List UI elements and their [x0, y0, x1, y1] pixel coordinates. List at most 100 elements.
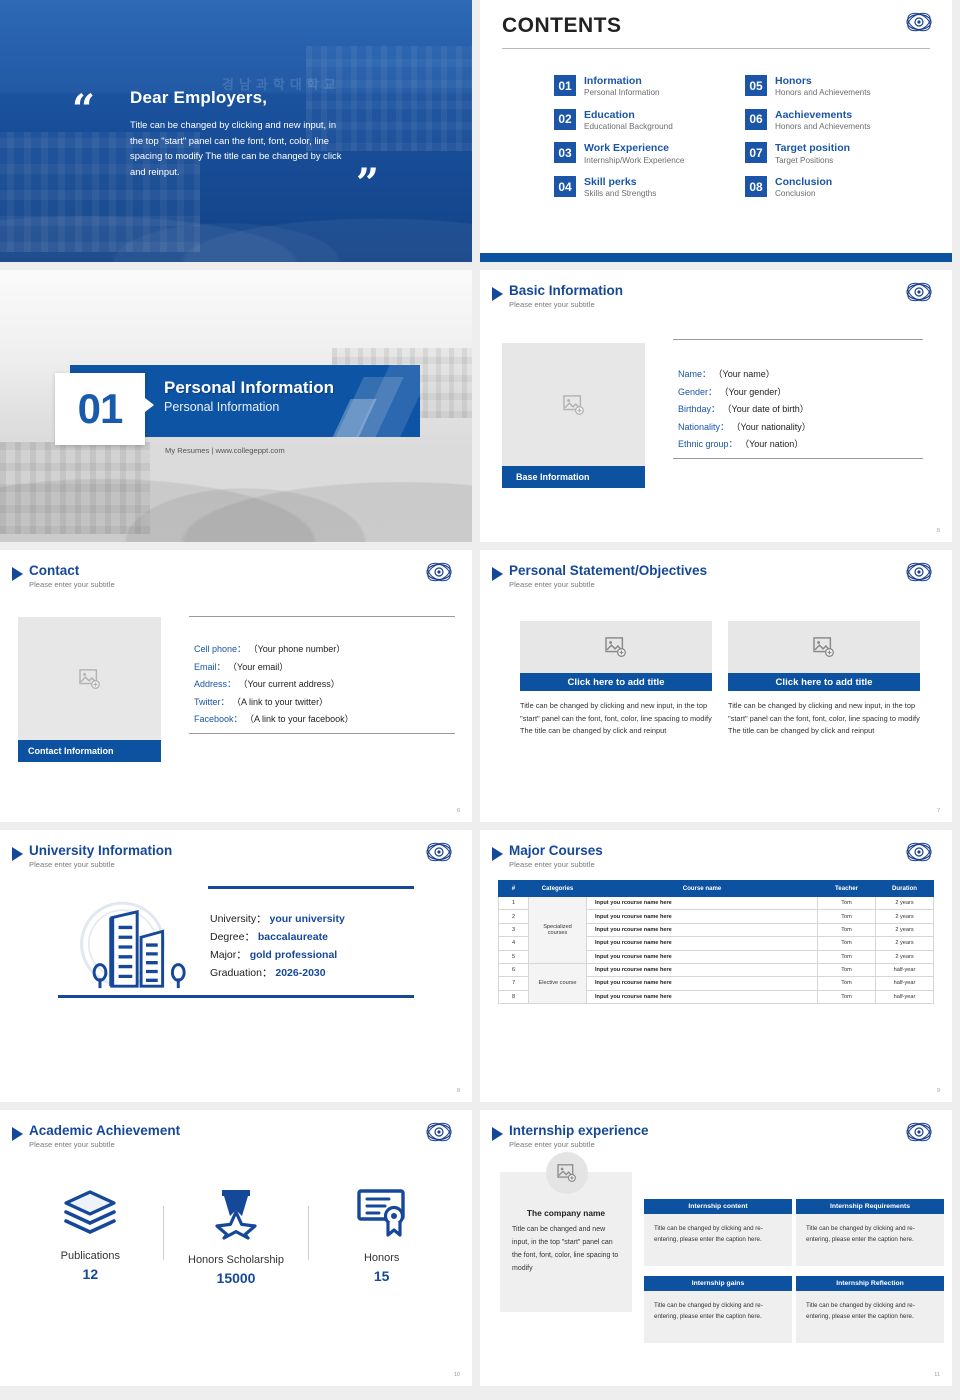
cell-duration: 2 years — [876, 897, 934, 910]
row-value[interactable]: baccalaureate — [258, 931, 328, 943]
statement-card[interactable]: Click here to add title Title can be cha… — [728, 621, 920, 738]
slide-contents[interactable]: CONTENTS 01 Information Personal Informa… — [480, 0, 952, 262]
info-value[interactable]: （Your date of birth） — [723, 404, 809, 414]
cell-course-name[interactable]: Input you rcourse name here — [587, 963, 818, 976]
triangle-bullet-icon — [492, 1127, 503, 1141]
stat-item[interactable]: Publications 12 — [18, 1188, 163, 1286]
cell-course-name[interactable]: Input you rcourse name here — [587, 897, 818, 910]
info-value[interactable]: （A link to your twitter） — [232, 697, 328, 707]
info-value[interactable]: （Your nation） — [740, 439, 803, 449]
toc-item[interactable]: 03 Work Experience Internship/Work Exper… — [554, 142, 739, 166]
row-value[interactable]: gold professional — [250, 949, 338, 961]
photo-placeholder[interactable] — [502, 343, 645, 466]
info-value[interactable]: （A link to your facebook） — [245, 714, 354, 724]
statement-card[interactable]: Click here to add title Title can be cha… — [520, 621, 712, 738]
photo-placeholder[interactable] — [520, 621, 712, 673]
cell-teacher: Tom — [818, 897, 876, 910]
info-value[interactable]: （Your email） — [228, 662, 288, 672]
toc-title: Skill perks — [584, 176, 656, 188]
cell-course-name[interactable]: Input you rcourse name here — [587, 937, 818, 950]
company-photo-placeholder[interactable] — [546, 1152, 588, 1194]
toc-item[interactable]: 06 Aachievements Honors and Achievements — [745, 109, 930, 133]
cell-course-name[interactable]: Input you rcourse name here — [587, 977, 818, 990]
cell-teacher: Tom — [818, 937, 876, 950]
cell-duration: half-year — [876, 990, 934, 1003]
slide-section-divider[interactable]: 01 Personal Information Personal Informa… — [0, 270, 472, 542]
internship-card[interactable]: Internship Requirements Title can be cha… — [796, 1199, 944, 1266]
slide-contact[interactable]: Contact Please enter your subtitle Conta — [0, 550, 472, 822]
cell-teacher: Tom — [818, 950, 876, 963]
cell-course-name[interactable]: Input you rcourse name here — [587, 923, 818, 936]
cell-teacher: Tom — [818, 963, 876, 976]
university-logo-icon — [906, 282, 932, 302]
cell-teacher: Tom — [818, 910, 876, 923]
cell-course-name[interactable]: Input you rcourse name here — [587, 990, 818, 1003]
col-index: # — [499, 881, 529, 897]
photo-placeholder[interactable] — [728, 621, 920, 673]
cell-duration: 2 years — [876, 937, 934, 950]
photo-caption: Base Information — [502, 466, 645, 488]
cell-course-name[interactable]: Input you rcourse name here — [587, 950, 818, 963]
slide-university-information[interactable]: University Information Please enter your… — [0, 830, 472, 1102]
page-subtitle: Please enter your subtitle — [509, 300, 623, 309]
cell-index: 6 — [499, 963, 529, 976]
toc-number: 01 — [554, 75, 576, 96]
title-divider — [502, 48, 930, 49]
slide-basic-information[interactable]: Basic Information Please enter your subt… — [480, 270, 952, 542]
table-row[interactable]: 6 Elective course Input you rcourse name… — [499, 963, 934, 976]
toc-number: 02 — [554, 109, 576, 130]
toc-item[interactable]: 08 Conclusion Conclusion — [745, 176, 930, 200]
page-title: Contact — [29, 564, 115, 578]
toc-item[interactable]: 04 Skill perks Skills and Strengths — [554, 176, 739, 200]
slide-major-courses[interactable]: Major Courses Please enter your subtitle… — [480, 830, 952, 1102]
toc-subtitle: Conclusion — [775, 189, 832, 200]
info-value[interactable]: （Your current address） — [239, 679, 340, 689]
university-row: Graduation： 2026-2030 — [210, 964, 345, 982]
toc-number: 06 — [745, 109, 767, 130]
row-value[interactable]: your university — [270, 913, 345, 925]
slide-cover[interactable]: 경남과학대학교 “ ” Dear Employers, Title can be… — [0, 0, 472, 262]
cell-duration: half-year — [876, 963, 934, 976]
slide-academic-achievement[interactable]: Academic Achievement Please enter your s… — [0, 1110, 472, 1386]
toc-item[interactable]: 02 Education Educational Background — [554, 109, 739, 133]
buildings-icon — [86, 902, 204, 994]
toc-subtitle: Target Positions — [775, 156, 850, 167]
courses-table[interactable]: # Categories Course name Teacher Duratio… — [498, 880, 934, 1004]
section-number: 01 — [78, 385, 123, 433]
toc-number: 07 — [745, 142, 767, 163]
slide-personal-statement[interactable]: Personal Statement/Objectives Please ent… — [480, 550, 952, 822]
triangle-bullet-icon — [12, 1127, 23, 1141]
info-label: Birthday： — [678, 404, 720, 414]
toc-title: Aachievements — [775, 109, 871, 121]
cell-course-name[interactable]: Input you rcourse name here — [587, 910, 818, 923]
stat-item[interactable]: Honors Scholarship 15000 — [164, 1188, 309, 1286]
internship-card[interactable]: Internship Reflection Title can be chang… — [796, 1276, 944, 1343]
stat-item[interactable]: Honors 15 — [309, 1188, 454, 1286]
page-subtitle: Please enter your subtitle — [29, 1140, 180, 1149]
slide-internship-experience[interactable]: Internship experience Please enter your … — [480, 1110, 952, 1386]
card-caption[interactable]: Click here to add title — [728, 673, 920, 691]
toc-item[interactable]: 05 Honors Honors and Achievements — [745, 75, 930, 99]
toc-item[interactable]: 07 Target position Target Positions — [745, 142, 930, 166]
info-row: Ethnic group： （Your nation） — [678, 436, 923, 454]
cover-trees — [0, 178, 472, 262]
info-label: Name： — [678, 369, 711, 379]
info-value[interactable]: （Your phone number） — [249, 644, 346, 654]
cell-index: 8 — [499, 990, 529, 1003]
table-row[interactable]: 1 Specialized courses Input you rcourse … — [499, 897, 934, 910]
internship-card[interactable]: Internship content Title can be changed … — [644, 1199, 792, 1266]
quote-close-icon: ” — [356, 170, 379, 198]
cell-index: 1 — [499, 897, 529, 910]
page-number: 7 — [937, 808, 940, 814]
page-title: University Information — [29, 844, 172, 858]
info-value[interactable]: （Your nationality） — [732, 422, 811, 432]
toc-item[interactable]: 01 Information Personal Information — [554, 75, 739, 99]
info-value[interactable]: （Your name） — [714, 369, 775, 379]
card-caption[interactable]: Click here to add title — [520, 673, 712, 691]
internship-card[interactable]: Internship gains Title can be changed by… — [644, 1276, 792, 1343]
row-value[interactable]: 2026-2030 — [275, 967, 325, 979]
page-subtitle: Please enter your subtitle — [509, 580, 707, 589]
photo-placeholder[interactable] — [18, 617, 161, 740]
triangle-bullet-icon — [492, 847, 503, 861]
info-value[interactable]: （Your gender） — [720, 387, 787, 397]
